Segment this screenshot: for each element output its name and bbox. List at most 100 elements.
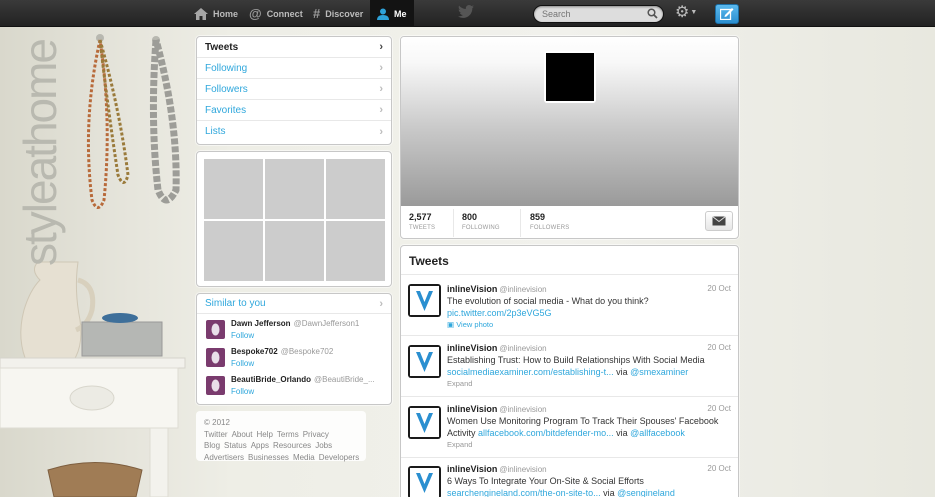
stat-label: FOLLOWING (462, 225, 500, 231)
tweet-text: The evolution of social media - What do … (447, 296, 649, 318)
footer-link-help[interactable]: Help (256, 430, 272, 439)
suggestion-item: Dawn Jefferson @DawnJefferson1 Follow (197, 315, 391, 342)
tweet-link[interactable]: searchengineland.com/the-on-site-to... (447, 488, 601, 497)
tweet-link[interactable]: allfacebook.com/bitdefender-mo... (478, 428, 614, 438)
search-input[interactable] (542, 8, 642, 20)
sidebar-item-favorites[interactable]: Favorites › (197, 100, 391, 121)
sidebar-item-followers[interactable]: Followers › (197, 79, 391, 100)
nav-home-label: Home (213, 8, 239, 19)
footer-link-developers[interactable]: Developers (319, 453, 359, 462)
sidebar-item-label: Followers (205, 83, 248, 95)
avatar[interactable] (206, 376, 225, 395)
avatar[interactable] (408, 284, 441, 317)
sidebar-item-label: Favorites (205, 104, 247, 116)
tweet-item[interactable]: inlineVision @inlinevision 20 Oct Women U… (401, 396, 738, 456)
follow-button[interactable]: Follow (231, 359, 254, 368)
twitter-bird-icon[interactable] (458, 5, 474, 19)
search-icon[interactable] (647, 8, 658, 19)
footer-link-apps[interactable]: Apps (251, 441, 269, 450)
footer-link-media[interactable]: Media (293, 453, 315, 462)
tweet-handle: @inlinevision (499, 465, 547, 474)
suggestion-name[interactable]: Dawn Jefferson @DawnJefferson1 (231, 319, 359, 328)
via-text: via (603, 488, 615, 497)
media-thumbnail[interactable] (204, 221, 263, 281)
media-grid (204, 159, 385, 281)
nav-me[interactable]: Me (370, 0, 414, 27)
nav-discover[interactable]: # Discover (313, 0, 363, 27)
chevron-right-icon: › (379, 125, 383, 138)
stat-value: 800 (462, 212, 478, 222)
footer-link-privacy[interactable]: Privacy (303, 430, 329, 439)
via-handle[interactable]: @sengineland (617, 488, 675, 497)
footer-link-advertisers[interactable]: Advertisers (204, 453, 244, 462)
compose-icon (720, 8, 734, 20)
tweet-timestamp[interactable]: 20 Oct (707, 343, 731, 352)
suggestion-item: BeautiBride_Orlando @BeautiBride_... Foll… (197, 371, 391, 398)
hash-icon: # (313, 6, 321, 21)
tweet-timestamp[interactable]: 20 Oct (707, 464, 731, 473)
avatar[interactable] (206, 320, 225, 339)
media-thumbnail[interactable] (265, 221, 324, 281)
sidebar-item-following[interactable]: Following › (197, 58, 391, 79)
stat-following[interactable]: 800 FOLLOWING (462, 212, 500, 231)
tweet-item[interactable]: inlineVision @inlinevision 20 Oct The evo… (401, 274, 738, 334)
sidebar-item-tweets[interactable]: Tweets › (197, 37, 391, 58)
media-thumbnail[interactable] (326, 221, 385, 281)
footer-link-blog[interactable]: Blog (204, 441, 220, 450)
tweet-text: Establishing Trust: How to Build Relatio… (447, 355, 705, 377)
nav-me-label: Me (394, 8, 407, 19)
media-thumbnail[interactable] (265, 159, 324, 219)
follow-button[interactable]: Follow (231, 331, 254, 340)
footer-link-terms[interactable]: Terms (277, 430, 299, 439)
stat-divider (453, 209, 454, 237)
photo-icon: ▣ (447, 320, 455, 329)
tweet-text: 6 Ways To Integrate Your On-Site & Socia… (447, 476, 675, 497)
stat-tweets[interactable]: 2,577 TWEETS (409, 212, 435, 231)
via-handle[interactable]: @allfacebook (630, 428, 685, 438)
tweet-timestamp[interactable]: 20 Oct (707, 284, 731, 293)
view-photo-link[interactable]: ▣ View photo (447, 320, 493, 329)
suggestion-handle: @BeautiBride_... (314, 375, 375, 384)
similar-to-you-header[interactable]: Similar to you › (197, 294, 391, 314)
nav-connect[interactable]: @ Connect (249, 0, 303, 27)
chevron-right-icon: › (379, 297, 383, 310)
footer-link-jobs[interactable]: Jobs (315, 441, 332, 450)
nav-home[interactable]: Home (194, 0, 238, 27)
tweet-item[interactable]: inlineVision @inlinevision 20 Oct Establi… (401, 335, 738, 395)
footer-link-businesses[interactable]: Businesses (248, 453, 289, 462)
media-thumbnail[interactable] (204, 159, 263, 219)
footer-link-resources[interactable]: Resources (273, 441, 311, 450)
tweet-handle: @inlinevision (499, 405, 547, 414)
tweet-author[interactable]: inlineVision @inlinevision (447, 464, 547, 474)
profile-avatar[interactable] (544, 51, 596, 103)
avatar[interactable] (408, 466, 441, 497)
follow-button[interactable]: Follow (231, 387, 254, 396)
media-thumbnail[interactable] (326, 159, 385, 219)
tweet-author[interactable]: inlineVision @inlinevision (447, 343, 547, 353)
sidebar-item-label: Following (205, 62, 248, 74)
sidebar-item-lists[interactable]: Lists › (197, 121, 391, 142)
avatar[interactable] (206, 348, 225, 367)
profile-nav-panel: Tweets › Following › Followers › Favorites ›… (196, 36, 392, 145)
tweet-author[interactable]: inlineVision @inlinevision (447, 284, 547, 294)
suggestion-name[interactable]: Bespoke702 @Bespoke702 (231, 347, 333, 356)
expand-link[interactable]: Expand (447, 379, 472, 388)
tweet-item[interactable]: inlineVision @inlinevision 20 Oct 6 Ways … (401, 457, 738, 497)
stat-followers[interactable]: 859 FOLLOWERS (530, 212, 569, 231)
expand-link[interactable]: Expand (447, 440, 472, 449)
settings-menu[interactable]: ⚙▼ (675, 4, 697, 22)
compose-tweet-button[interactable] (715, 4, 739, 24)
direct-message-button[interactable] (705, 211, 733, 231)
avatar[interactable] (408, 406, 441, 439)
search-box[interactable] (533, 5, 664, 23)
tweet-link[interactable]: pic.twitter.com/2p3eVG5G (447, 308, 552, 318)
avatar[interactable] (408, 345, 441, 378)
tweet-author[interactable]: inlineVision @inlinevision (447, 404, 547, 414)
footer-link-status[interactable]: Status (224, 441, 247, 450)
footer-link-about[interactable]: About (232, 430, 253, 439)
tweet-timestamp[interactable]: 20 Oct (707, 404, 731, 413)
home-icon (194, 7, 208, 20)
tweet-link[interactable]: socialmediaexaminer.com/establishing-t..… (447, 367, 614, 377)
suggestion-name[interactable]: BeautiBride_Orlando @BeautiBride_... (231, 375, 375, 384)
via-handle[interactable]: @smexaminer (630, 367, 688, 377)
